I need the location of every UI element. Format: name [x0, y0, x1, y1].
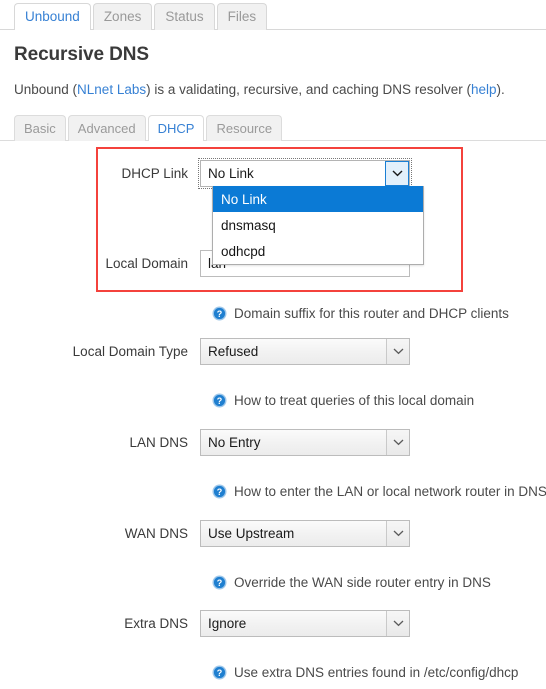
tab-status[interactable]: Status: [154, 2, 215, 30]
subtab-resource[interactable]: Resource: [206, 115, 283, 141]
tab-zones[interactable]: Zones: [92, 2, 153, 30]
lan-dns-row: LAN DNS No Entry: [0, 428, 546, 456]
chevron-down-icon[interactable]: [386, 610, 409, 636]
local-domain-type-value: Refused: [208, 343, 259, 359]
extra-dns-value: Ignore: [208, 615, 247, 631]
subtab-basic[interactable]: Basic: [14, 115, 66, 141]
extra-dns-label: Extra DNS: [124, 615, 188, 631]
dropdown-option-dnsmasq[interactable]: dnsmasq: [213, 212, 423, 238]
help-circle-icon: ?: [212, 665, 227, 680]
nlnet-labs-link[interactable]: NLnet Labs: [77, 82, 146, 97]
lan-dns-help-text: How to enter the LAN or local network ro…: [234, 484, 546, 499]
chevron-down-icon[interactable]: [386, 338, 409, 364]
chevron-down-glyph: [393, 348, 403, 355]
extra-dns-help-text: Use extra DNS entries found in /etc/conf…: [234, 665, 519, 680]
extra-dns-help: ? Use extra DNS entries found in /etc/co…: [212, 665, 518, 680]
dropdown-option-odhcpd[interactable]: odhcpd: [213, 238, 423, 264]
svg-text:?: ?: [217, 668, 223, 678]
dhcp-link-dropdown-list[interactable]: No Link dnsmasq odhcpd: [212, 186, 424, 265]
dhcp-link-label: DHCP Link: [121, 165, 188, 181]
wan-dns-help: ? Override the WAN side router entry in …: [212, 575, 491, 590]
page-description: Unbound (NLnet Labs) is a validating, re…: [14, 82, 505, 97]
tab-unbound[interactable]: Unbound: [14, 2, 91, 30]
description-middle: ) is a validating, recursive, and cachin…: [146, 82, 471, 97]
dhcp-link-row: DHCP Link No Link: [0, 157, 546, 189]
dhcp-link-select[interactable]: No Link: [198, 157, 412, 189]
local-domain-type-label: Local Domain Type: [72, 343, 188, 359]
tab-files[interactable]: Files: [216, 2, 268, 30]
lan-dns-value: No Entry: [208, 434, 261, 450]
help-circle-icon: ?: [212, 575, 227, 590]
svg-text:?: ?: [217, 396, 223, 406]
local-domain-type-row: Local Domain Type Refused: [0, 337, 546, 365]
description-prefix: Unbound (: [14, 82, 78, 97]
chevron-down-glyph: [393, 439, 403, 446]
wan-dns-value: Use Upstream: [208, 525, 295, 541]
local-domain-help-text: Domain suffix for this router and DHCP c…: [234, 306, 509, 321]
page-title: Recursive DNS: [14, 44, 149, 65]
local-domain-type-help-text: How to treat queries of this local domai…: [234, 393, 475, 408]
svg-text:?: ?: [217, 578, 223, 588]
chevron-down-icon[interactable]: [386, 520, 409, 546]
extra-dns-select[interactable]: Ignore: [200, 609, 410, 637]
wan-dns-select[interactable]: Use Upstream: [200, 519, 410, 547]
primary-tab-bar: Unbound Zones Status Files: [0, 0, 546, 30]
lan-dns-label: LAN DNS: [129, 434, 188, 450]
chevron-down-icon[interactable]: [385, 160, 409, 186]
chevron-down-icon[interactable]: [386, 429, 409, 455]
wan-dns-row: WAN DNS Use Upstream: [0, 519, 546, 547]
wan-dns-help-text: Override the WAN side router entry in DN…: [234, 575, 491, 590]
lan-dns-help: ? How to enter the LAN or local network …: [212, 484, 546, 499]
dropdown-option-no-link[interactable]: No Link: [213, 186, 423, 212]
extra-dns-row: Extra DNS Ignore: [0, 609, 546, 637]
local-domain-label: Local Domain: [105, 255, 188, 271]
svg-text:?: ?: [217, 309, 223, 319]
svg-text:?: ?: [217, 487, 223, 497]
help-circle-icon: ?: [212, 393, 227, 408]
dhcp-link-value: No Link: [208, 165, 254, 181]
wan-dns-label: WAN DNS: [124, 525, 188, 541]
subtab-dhcp[interactable]: DHCP: [147, 115, 205, 141]
local-domain-type-help: ? How to treat queries of this local dom…: [212, 393, 474, 408]
local-domain-type-select[interactable]: Refused: [200, 337, 410, 365]
help-circle-icon: ?: [212, 484, 227, 499]
lan-dns-select[interactable]: No Entry: [200, 428, 410, 456]
help-link[interactable]: help: [471, 82, 497, 97]
secondary-tab-bar: Basic Advanced DHCP Resource: [0, 113, 546, 141]
local-domain-help: ? Domain suffix for this router and DHCP…: [212, 306, 509, 321]
subtab-advanced[interactable]: Advanced: [67, 115, 146, 141]
chevron-down-glyph: [393, 620, 403, 627]
chevron-down-glyph: [393, 530, 403, 537]
chevron-down-glyph: [392, 170, 402, 177]
help-circle-icon: ?: [212, 306, 227, 321]
unbound-dhcp-settings-page: Unbound Zones Status Files Recursive DNS…: [0, 0, 546, 689]
description-suffix: ).: [496, 82, 505, 97]
